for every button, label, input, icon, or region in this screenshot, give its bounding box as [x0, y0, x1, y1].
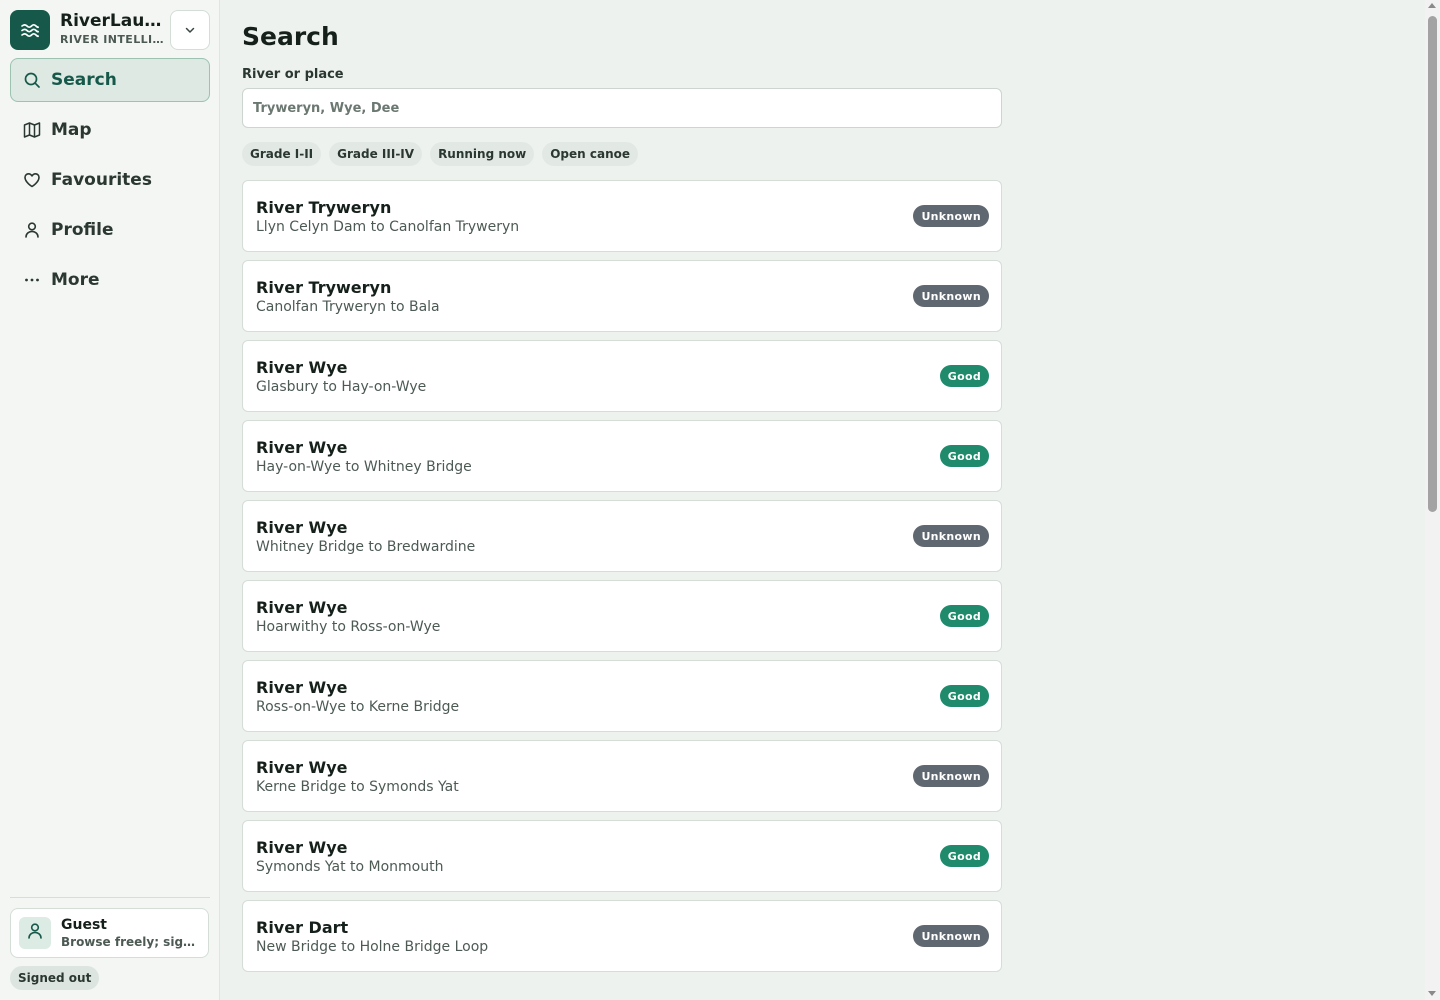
river-section: Llyn Celyn Dam to Canolfan Tryweryn — [256, 219, 520, 235]
main-content: Search River or place Grade I-II Grade I… — [242, 0, 1002, 1000]
river-section: Hoarwithy to Ross-on-Wye — [256, 619, 441, 635]
river-name: River Dart — [256, 918, 349, 937]
status-badge: Good — [939, 605, 989, 627]
river-section: Canolfan Tryweryn to Bala — [256, 299, 440, 315]
search-label: River or place — [242, 67, 344, 82]
sidebar-item-search[interactable]: Search — [10, 58, 210, 102]
filter-chip-running-now[interactable]: Running now — [430, 142, 535, 166]
page-title: Search — [242, 22, 339, 51]
list-item[interactable]: River Wye Symonds Yat to Monmouth Good — [242, 820, 1002, 892]
waves-icon[interactable] — [10, 10, 50, 50]
filter-chips: Grade I-II Grade III-IV Running now Open… — [242, 142, 639, 166]
sidebar-item-label: Profile — [51, 220, 114, 240]
status-badge: Unknown — [913, 765, 989, 787]
list-item[interactable]: River Wye Glasbury to Hay-on-Wye Good — [242, 340, 1002, 412]
river-name: River Wye — [256, 758, 348, 777]
more-icon — [22, 270, 42, 290]
sidebar-item-map[interactable]: Map — [10, 108, 210, 152]
app-subtitle: RIVER INTELLIGENCE — [60, 33, 164, 46]
list-item[interactable]: River Wye Whitney Bridge to Bredwardine Un… — [242, 500, 1002, 572]
river-name: River Tryweryn — [256, 278, 392, 297]
sidebar-item-more[interactable]: More — [10, 258, 210, 302]
chevron-down-icon — [184, 21, 196, 40]
filter-chip-grade-1-2[interactable]: Grade I-II — [242, 142, 322, 166]
status-badge: Unknown — [913, 285, 989, 307]
user-note: Browse freely; sign in to save favourite… — [61, 935, 201, 949]
avatar — [19, 917, 51, 949]
sidebar-item-label: More — [51, 270, 100, 290]
river-section: Glasbury to Hay-on-Wye — [256, 379, 427, 395]
sidebar-item-label: Map — [51, 120, 92, 140]
sidebar-nav: Search Map Favourites Profile More — [10, 58, 210, 308]
filter-chip-grade-3-4[interactable]: Grade III-IV — [329, 142, 423, 166]
status-badge: Good — [939, 685, 989, 707]
river-name: River Wye — [256, 358, 348, 377]
sidebar-item-profile[interactable]: Profile — [10, 208, 210, 252]
list-item[interactable]: River Tryweryn Llyn Celyn Dam to Canolfan… — [242, 180, 1002, 252]
status-badge: Good — [939, 365, 989, 387]
sidebar-divider — [10, 897, 210, 898]
workspace-toggle-button[interactable] — [170, 10, 210, 50]
scroll-down-icon[interactable] — [1428, 991, 1436, 996]
status-badge: Good — [939, 445, 989, 467]
river-name: River Tryweryn — [256, 198, 392, 217]
scroll-thumb[interactable] — [1428, 16, 1437, 512]
list-item[interactable]: River Tryweryn Canolfan Tryweryn to Bala U… — [242, 260, 1002, 332]
user-name: Guest — [61, 917, 107, 933]
list-item[interactable]: River Wye Kerne Bridge to Symonds Yat Unkn… — [242, 740, 1002, 812]
search-icon — [22, 70, 42, 90]
sidebar-item-label: Favourites — [51, 170, 152, 190]
status-badge: Unknown — [913, 925, 989, 947]
app-name: RiverLaunch — [60, 11, 164, 31]
river-section: Symonds Yat to Monmouth — [256, 859, 444, 875]
river-section: New Bridge to Holne Bridge Loop — [256, 939, 489, 955]
results-list: River Tryweryn Llyn Celyn Dam to Canolfan… — [242, 180, 1002, 980]
scroll-up-icon[interactable] — [1428, 3, 1436, 8]
user-icon — [26, 922, 44, 944]
river-name: River Wye — [256, 678, 348, 697]
river-section: Kerne Bridge to Symonds Yat — [256, 779, 459, 795]
user-icon — [22, 220, 42, 240]
filter-chip-open-canoe[interactable]: Open canoe — [542, 142, 639, 166]
status-badge: Good — [939, 845, 989, 867]
river-name: River Wye — [256, 838, 348, 857]
sidebar-item-favourites[interactable]: Favourites — [10, 158, 210, 202]
map-icon — [22, 120, 42, 140]
river-name: River Wye — [256, 438, 348, 457]
river-section: Whitney Bridge to Bredwardine — [256, 539, 476, 555]
river-name: River Wye — [256, 518, 348, 537]
search-input[interactable] — [242, 88, 1002, 128]
status-badge: Unknown — [913, 525, 989, 547]
user-card[interactable]: Guest Browse freely; sign in to save fav… — [10, 908, 209, 958]
status-badge: Unknown — [913, 205, 989, 227]
brand: RiverLaunch RIVER INTELLIGENCE — [10, 10, 210, 50]
list-item[interactable]: River Wye Ross-on-Wye to Kerne Bridge Good — [242, 660, 1002, 732]
list-item[interactable]: River Dart New Bridge to Holne Bridge Loo… — [242, 900, 1002, 972]
status-badge: Signed out — [10, 966, 100, 990]
list-item[interactable]: River Wye Hay-on-Wye to Whitney Bridge Goo… — [242, 420, 1002, 492]
river-section: Ross-on-Wye to Kerne Bridge — [256, 699, 460, 715]
scrollbar[interactable] — [1425, 0, 1440, 1000]
heart-icon — [22, 170, 42, 190]
sidebar: RiverLaunch RIVER INTELLIGENCE Search Ma… — [0, 0, 220, 1000]
list-item[interactable]: River Wye Hoarwithy to Ross-on-Wye Good — [242, 580, 1002, 652]
river-section: Hay-on-Wye to Whitney Bridge — [256, 459, 472, 475]
river-name: River Wye — [256, 598, 348, 617]
sidebar-item-label: Search — [51, 70, 117, 90]
